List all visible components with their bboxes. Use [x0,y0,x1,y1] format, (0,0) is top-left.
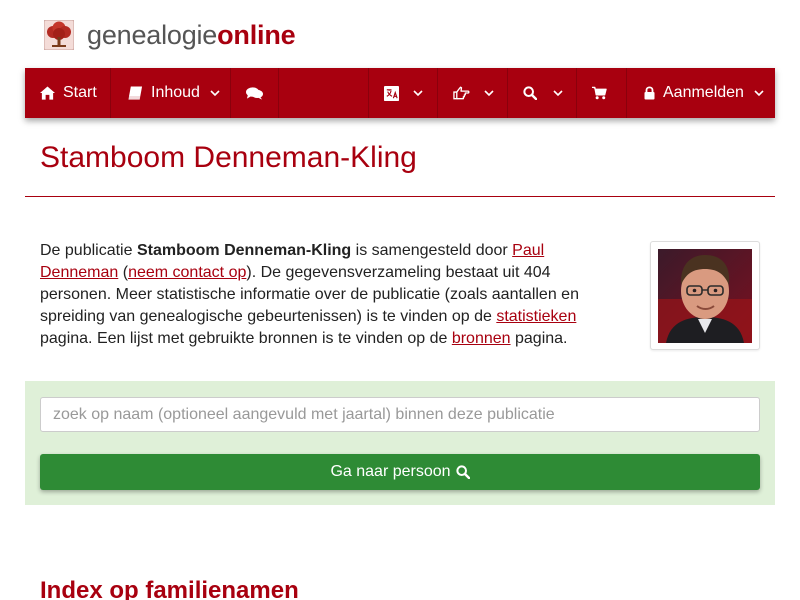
surname-index-heading: Index op familienamen [40,577,299,600]
search-input[interactable] [40,397,760,432]
page-title: Stamboom Denneman-Kling [40,141,417,174]
title-divider [25,196,775,197]
intro-text: pagina. [510,330,568,347]
contact-link[interactable]: neem contact op [128,264,246,281]
main-navbar: Start Inhoud Aanmelden [25,68,775,118]
lock-icon [644,86,655,100]
chevron-down-icon [484,89,494,96]
search-icon [523,86,537,100]
nav-shop[interactable] [577,68,627,118]
nav-login-label: Aanmelden [663,84,744,101]
nav-language[interactable] [369,68,438,118]
logo-text-pre: genealogie [87,20,218,50]
cart-icon [592,86,607,100]
language-icon [384,85,399,101]
chevron-down-icon [210,89,220,96]
intro-text: ( [118,264,129,281]
logo-text-post: online [217,20,296,50]
comments-icon [246,87,263,100]
chevron-down-icon [553,89,563,96]
nav-forum[interactable] [231,68,279,118]
nav-inhoud-label: Inhoud [151,84,200,101]
nav-inhoud[interactable]: Inhoud [111,68,231,118]
nav-recommend[interactable] [438,68,508,118]
book-icon [128,86,143,100]
search-icon [455,465,470,479]
chevron-down-icon [413,89,423,96]
sources-link[interactable]: bronnen [452,330,511,347]
statistics-link[interactable]: statistieken [496,308,576,325]
hand-point-icon [453,86,470,100]
logo-text: genealogieonline [87,18,296,52]
tree-icon [44,20,74,50]
site-logo[interactable]: genealogieonline [44,18,296,52]
intro-text: is samengesteld door [351,242,513,259]
nav-search[interactable] [508,68,577,118]
go-to-person-button[interactable]: Ga naar persoon [40,454,760,490]
author-photo [658,249,752,343]
nav-login[interactable]: Aanmelden [627,68,775,118]
search-panel: Ga naar persoon [25,381,775,505]
go-to-person-label: Ga naar persoon [330,463,451,480]
nav-spacer [279,68,369,118]
nav-start-label: Start [63,84,97,101]
intro-text: De publicatie [40,242,137,259]
publication-name: Stamboom Denneman-Kling [136,242,352,259]
chevron-down-icon [754,89,764,96]
home-icon [40,86,55,100]
author-photo-card[interactable] [650,241,760,350]
intro-text: pagina. Een lijst met gebruikte bronnen … [40,330,452,347]
publication-intro: De publicatie Stamboom Denneman-Kling is… [40,240,600,350]
nav-start[interactable]: Start [25,68,111,118]
